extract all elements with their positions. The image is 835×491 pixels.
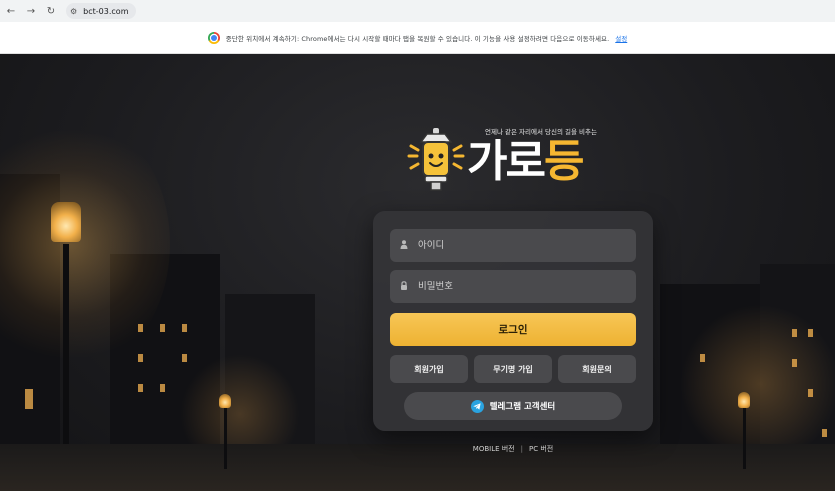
anonymous-signup-button[interactable]: 무기명 가입 xyxy=(474,355,552,383)
window-light xyxy=(160,324,165,332)
password-field[interactable] xyxy=(390,270,636,303)
window-light xyxy=(138,324,143,332)
street-lamp xyxy=(738,392,750,408)
user-icon xyxy=(400,240,408,251)
window-light xyxy=(792,329,797,337)
pc-version-link[interactable]: PC 버전 xyxy=(529,444,553,454)
telegram-icon xyxy=(470,399,484,413)
forward-icon[interactable]: → xyxy=(26,4,36,18)
address-bar[interactable]: ⚙ bct-03.com xyxy=(66,3,137,19)
building xyxy=(110,254,220,444)
building xyxy=(760,264,835,444)
lock-icon xyxy=(400,281,408,292)
address-url: bct-03.com xyxy=(83,6,129,16)
building xyxy=(225,294,315,444)
login-button[interactable]: 로그인 xyxy=(390,313,636,346)
window-light xyxy=(792,359,797,367)
street-lamp-post xyxy=(743,399,746,469)
browser-toolbar: ← → ↻ ⚙ bct-03.com xyxy=(0,0,835,22)
secondary-actions: 회원가입 무기명 가입 회원문의 xyxy=(390,355,636,383)
infobar-message: 중단한 위치에서 계속하기: Chrome에서는 다시 시작할 때마다 탭을 복… xyxy=(225,34,610,43)
window-light xyxy=(808,329,813,337)
brand-name-yellow: 등 xyxy=(543,136,585,187)
back-icon[interactable]: ← xyxy=(6,4,16,18)
lantern-mascot-icon xyxy=(407,128,465,191)
mobile-version-link[interactable]: MOBILE 버전 xyxy=(473,444,515,454)
telegram-support-button[interactable]: 텔레그램 고객센터 xyxy=(404,392,622,420)
signup-button[interactable]: 회원가입 xyxy=(390,355,468,383)
page-background: 언제나 같은 자리에서 당신의 길을 비추는 가로등 아이디 로그인 회원가입 … xyxy=(0,54,835,491)
id-input[interactable] xyxy=(418,240,618,251)
brand-tagline: 언제나 같은 자리에서 당신의 길을 비추는 xyxy=(485,128,597,136)
id-field[interactable] xyxy=(390,229,636,262)
infobar-settings-link[interactable]: 설정 xyxy=(615,33,627,43)
member-inquiry-button[interactable]: 회원문의 xyxy=(558,355,636,383)
brand-wordmark: 가로등 xyxy=(467,136,585,188)
window-light xyxy=(700,354,705,362)
window-light xyxy=(138,384,143,392)
brand-logo[interactable]: 언제나 같은 자리에서 당신의 길을 비추는 가로등 xyxy=(405,124,625,199)
street-lamp xyxy=(219,394,231,408)
window-light xyxy=(182,324,187,332)
window-light xyxy=(138,354,143,362)
reload-icon[interactable]: ↻ xyxy=(46,4,56,18)
chrome-icon xyxy=(207,31,220,44)
street-lamp xyxy=(51,202,81,242)
restore-infobar: 중단한 위치에서 계속하기: Chrome에서는 다시 시작할 때마다 탭을 복… xyxy=(0,22,835,54)
version-links: MOBILE 버전 | PC 버전 xyxy=(373,444,653,454)
site-settings-icon[interactable]: ⚙ xyxy=(70,7,77,16)
window-light xyxy=(822,429,827,437)
window-light xyxy=(182,354,187,362)
street-lamp-post xyxy=(63,244,69,444)
login-panel: 로그인 회원가입 무기명 가입 회원문의 텔레그램 고객센터 xyxy=(373,211,653,431)
telegram-support-label: 텔레그램 고객센터 xyxy=(489,402,556,412)
window-light xyxy=(808,389,813,397)
brand-name-white: 가로 xyxy=(467,136,546,187)
password-input[interactable] xyxy=(418,281,618,292)
window-light xyxy=(25,389,33,409)
street-lamp-post xyxy=(224,399,227,469)
version-separator: | xyxy=(520,445,523,453)
window-light xyxy=(160,384,165,392)
